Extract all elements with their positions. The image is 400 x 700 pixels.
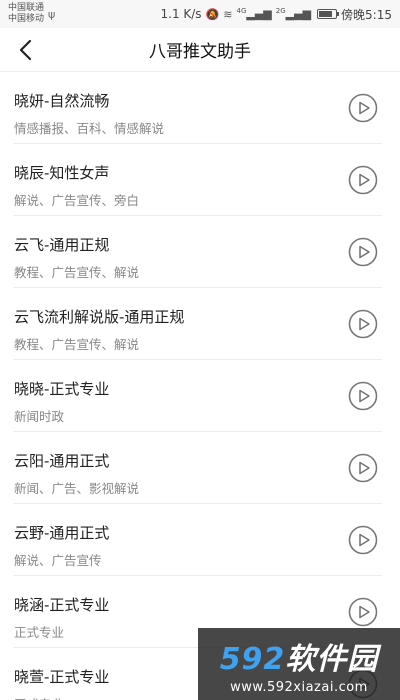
network-type-1: 4G [236, 7, 247, 16]
mute-icon: 🔕 [205, 7, 220, 21]
voice-name: 晓涵-正式专业 [14, 596, 110, 614]
voice-list: 晓妍-自然流畅 情感播报、百科、情感解说 晓辰-知性女声 解说、广告宣传、旁白 云飞-通… [0, 72, 400, 700]
battery-fill [319, 11, 333, 17]
carrier-2: 中国移动 [8, 14, 45, 24]
play-circle-icon [348, 381, 378, 411]
voice-list-item[interactable]: 云飞流利解说版-通用正规 教程、广告宣传、解说 [14, 288, 382, 360]
play-button[interactable] [348, 309, 378, 339]
voice-list-item[interactable]: 云飞-通用正规教程、广告宣传、解说 [14, 216, 382, 288]
voice-description: 正式专业 [14, 625, 65, 640]
site-watermark: 592软件园 www.592xiazai.com [198, 628, 400, 700]
play-button[interactable] [348, 165, 378, 195]
voice-name: 云飞-通用正规 [14, 236, 110, 254]
voice-description: 新闻、广告、影视解说 [14, 481, 140, 496]
wifi-icon: ≋ [223, 7, 233, 21]
voice-description: 情感播报、百科、情感解说 [14, 121, 165, 136]
voice-name: 晓妍-自然流畅 [14, 92, 110, 110]
play-button[interactable] [348, 93, 378, 123]
voice-list-item[interactable]: 云野-通用正式 解说、广告宣传 [14, 504, 382, 576]
voice-list-item[interactable]: 晓晓-正式专业 新闻时政 [14, 360, 382, 432]
play-circle-icon [348, 309, 378, 339]
play-button[interactable] [348, 381, 378, 411]
status-right: 1.1 K/s 🔕 ≋ 4G▂▄▆ 2G▂▄▆ 傍晚5:15 [161, 6, 393, 23]
watermark-url: www.592xiazai.com [230, 679, 368, 695]
voice-description: 正式专业 [14, 694, 64, 700]
voice-list-item[interactable]: 晓辰-知性女声解说、广告宣传、旁白 [14, 144, 382, 216]
back-button[interactable] [10, 34, 42, 66]
play-circle-icon [348, 237, 378, 267]
play-button[interactable] [348, 453, 378, 483]
voice-name: 晓晓-正式专业 [14, 380, 110, 398]
voice-list-item[interactable]: 云阳-通用正式新闻、广告、影视解说 [14, 432, 382, 504]
play-circle-icon [348, 93, 378, 123]
play-circle-icon [348, 165, 378, 195]
voice-description: 解说、广告宣传 [14, 553, 102, 568]
watermark-logo: 592软件园 [220, 634, 379, 678]
status-left: 中国联通 中国移动 ψ [8, 3, 55, 25]
play-button[interactable] [348, 597, 378, 627]
title-bar: 八哥推文助手 [0, 28, 400, 72]
voice-name: 云飞流利解说版-通用正规 [14, 308, 185, 326]
clock: 傍晚5:15 [341, 7, 392, 22]
voice-name: 云阳-通用正式 [14, 452, 110, 470]
battery-icon [317, 9, 340, 19]
voice-description: 教程、广告宣传、解说 [14, 265, 140, 280]
play-circle-icon [348, 525, 378, 555]
carriers: 中国联通 中国移动 [8, 3, 44, 25]
carrier-1: 中国联通 [8, 3, 45, 13]
voice-description: 新闻时政 [14, 409, 65, 424]
play-button[interactable] [348, 237, 378, 267]
signal-icon-1: 4G▂▄▆ [236, 7, 272, 21]
voice-description: 教程、广告宣传、解说 [14, 337, 140, 352]
voice-name: 云野-通用正式 [14, 524, 110, 542]
network-speed: 1.1 K/s [160, 7, 202, 21]
voice-name: 晓辰-知性女声 [14, 164, 110, 182]
status-bar: 中国联通 中国移动 ψ 1.1 K/s 🔕 ≋ 4G▂▄▆ 2G▂▄▆ 傍晚5:… [0, 0, 400, 28]
play-circle-icon [348, 597, 378, 627]
usb-icon: ψ [48, 7, 56, 21]
play-button[interactable] [348, 525, 378, 555]
watermark-logo-text: 软件园 [285, 641, 379, 677]
voice-list-item[interactable]: 晓妍-自然流畅情感播报、百科、情感解说 [14, 72, 382, 144]
chevron-left-icon [19, 39, 32, 61]
page-title: 八哥推文助手 [149, 42, 251, 62]
play-circle-icon [348, 453, 378, 483]
voice-description: 解说、广告宣传、旁白 [14, 193, 140, 208]
watermark-logo-number: 592 [219, 641, 286, 677]
signal-icon-2: 2G▂▄▆ [275, 7, 312, 21]
network-type-2: 2G [275, 7, 286, 16]
voice-name: 晓萱-正式专业 [14, 668, 110, 686]
